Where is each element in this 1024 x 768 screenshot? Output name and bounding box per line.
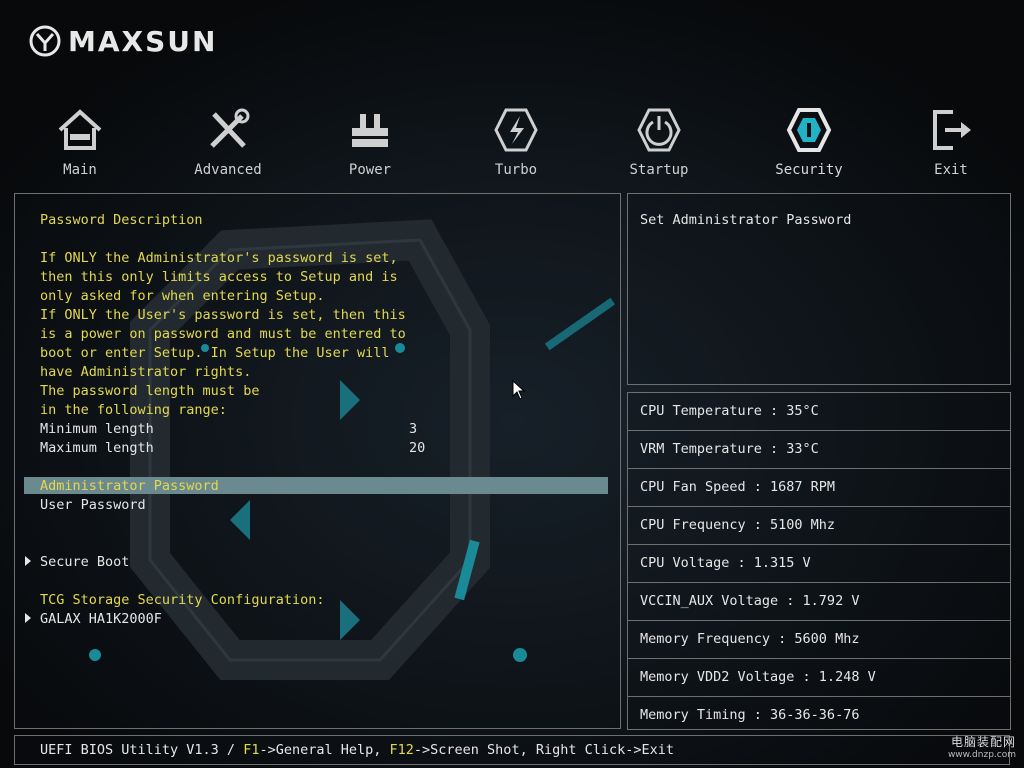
tcg-device-item[interactable]: GALAX HA1K2000F [40, 610, 162, 629]
maximum-length-value: 20 [409, 440, 426, 456]
submenu-arrow-icon [25, 613, 31, 623]
footer-text: UEFI BIOS Utility V1.3 / F1->General Hel… [40, 741, 674, 760]
description-line: is a power on password and must be enter… [40, 326, 406, 342]
description-line: boot or enter Setup. In Setup the User w… [40, 345, 390, 361]
user-password-item[interactable]: User Password [40, 496, 146, 515]
f12-text: ->Screen Shot, Right Click->Exit [413, 742, 674, 758]
tab-power[interactable]: Power [315, 100, 425, 178]
description-line: then this only limits access to Setup an… [40, 269, 398, 285]
watermark-title: 电脑装配网 [950, 735, 1016, 749]
tab-turbo[interactable]: Turbo [461, 100, 571, 178]
tab-exit[interactable]: Exit [896, 100, 1006, 178]
tcg-storage-title: TCG Storage Security Configuration: [40, 592, 325, 608]
security-settings-panel: Password Description If ONLY the Adminis… [14, 193, 621, 729]
cpu-frequency: CPU Frequency : 5100 Mhz [640, 517, 836, 533]
mouse-cursor-icon [512, 380, 526, 400]
tab-label: Power [348, 162, 392, 178]
hardware-monitor-panel: CPU Temperature : 35°C VRM Temperature :… [627, 392, 1011, 730]
stat-row: VRM Temperature : 33°C [628, 430, 1010, 468]
f1-key: F1 [243, 742, 260, 758]
brand-name: MAXSUN [68, 24, 218, 58]
tab-label: Exit [934, 162, 968, 178]
tab-security[interactable]: Security [754, 100, 864, 178]
stat-row: CPU Fan Speed : 1687 RPM [628, 468, 1010, 506]
stat-row: CPU Voltage : 1.315 V [628, 544, 1010, 582]
security-icon [786, 108, 832, 152]
top-navigation: Main Advanced Power Turbo Startup Securi… [0, 100, 1024, 190]
watermark-url: www.dnzp.com [947, 750, 1016, 760]
tab-main[interactable]: Main [25, 100, 135, 178]
maxsun-logo-icon [29, 25, 61, 57]
f1-text: ->General Help, [259, 742, 390, 758]
stat-row: CPU Frequency : 5100 Mhz [628, 506, 1010, 544]
tab-label: Main [63, 162, 97, 178]
stat-row: Memory Timing : 36-36-36-76 [628, 696, 1010, 734]
description-line: If ONLY the User's password is set, then… [40, 307, 406, 323]
cpu-voltage: CPU Voltage : 1.315 V [640, 555, 811, 571]
administrator-password-item[interactable]: Administrator Password [40, 477, 219, 496]
memory-vdd2-voltage: Memory VDD2 Voltage : 1.248 V [640, 669, 876, 685]
f12-key: F12 [389, 742, 414, 758]
tab-label: Security [775, 162, 843, 178]
stat-row: CPU Temperature : 35°C [628, 393, 1010, 430]
password-description-title: Password Description [40, 212, 203, 228]
exit-icon [933, 110, 971, 150]
description-line: If ONLY the Administrator's password is … [40, 250, 398, 266]
minimum-length-value: 3 [409, 421, 418, 437]
lightning-icon [494, 108, 538, 152]
maximum-length-label: Maximum length [40, 440, 154, 456]
tab-startup[interactable]: Startup [604, 100, 714, 178]
cpu-temperature: CPU Temperature : 35°C [640, 403, 819, 419]
brand-logo: MAXSUN [28, 24, 217, 58]
footer-status-bar: UEFI BIOS Utility V1.3 / F1->General Hel… [14, 735, 1010, 765]
vccin-aux-voltage: VCCIN_AUX Voltage : 1.792 V [640, 593, 860, 609]
vrm-temperature: VRM Temperature : 33°C [640, 441, 819, 457]
tools-icon [210, 108, 250, 148]
tab-advanced[interactable]: Advanced [173, 100, 283, 178]
help-panel: Set Administrator Password [627, 193, 1011, 385]
description-line: The password length must be [40, 383, 260, 399]
cpu-fan-speed: CPU Fan Speed : 1687 RPM [640, 479, 836, 495]
minimum-length-label: Minimum length [40, 421, 154, 437]
description-line: only asked for when entering Setup. [40, 288, 325, 304]
stat-row: Memory VDD2 Voltage : 1.248 V [628, 658, 1010, 696]
stat-row: Memory Frequency : 5600 Mhz [628, 620, 1010, 658]
memory-frequency: Memory Frequency : 5600 Mhz [640, 631, 860, 647]
home-icon [58, 109, 102, 150]
tab-label: Startup [629, 162, 689, 178]
tab-label: Advanced [194, 162, 262, 178]
description-line: have Administrator rights. [40, 364, 252, 380]
description-line: in the following range: [40, 402, 227, 418]
memory-timing: Memory Timing : 36-36-36-76 [640, 707, 860, 723]
tab-label: Turbo [494, 162, 538, 178]
power-board-icon [352, 114, 388, 147]
stat-row: VCCIN_AUX Voltage : 1.792 V [628, 582, 1010, 620]
secure-boot-item[interactable]: Secure Boot [40, 553, 129, 572]
help-text: Set Administrator Password [640, 212, 852, 228]
submenu-arrow-icon [25, 556, 31, 566]
footer-prefix: UEFI BIOS Utility V1.3 / [40, 742, 244, 758]
watermark: 电脑装配网 www.dnzp.com [948, 733, 1016, 760]
power-button-icon [637, 108, 681, 152]
